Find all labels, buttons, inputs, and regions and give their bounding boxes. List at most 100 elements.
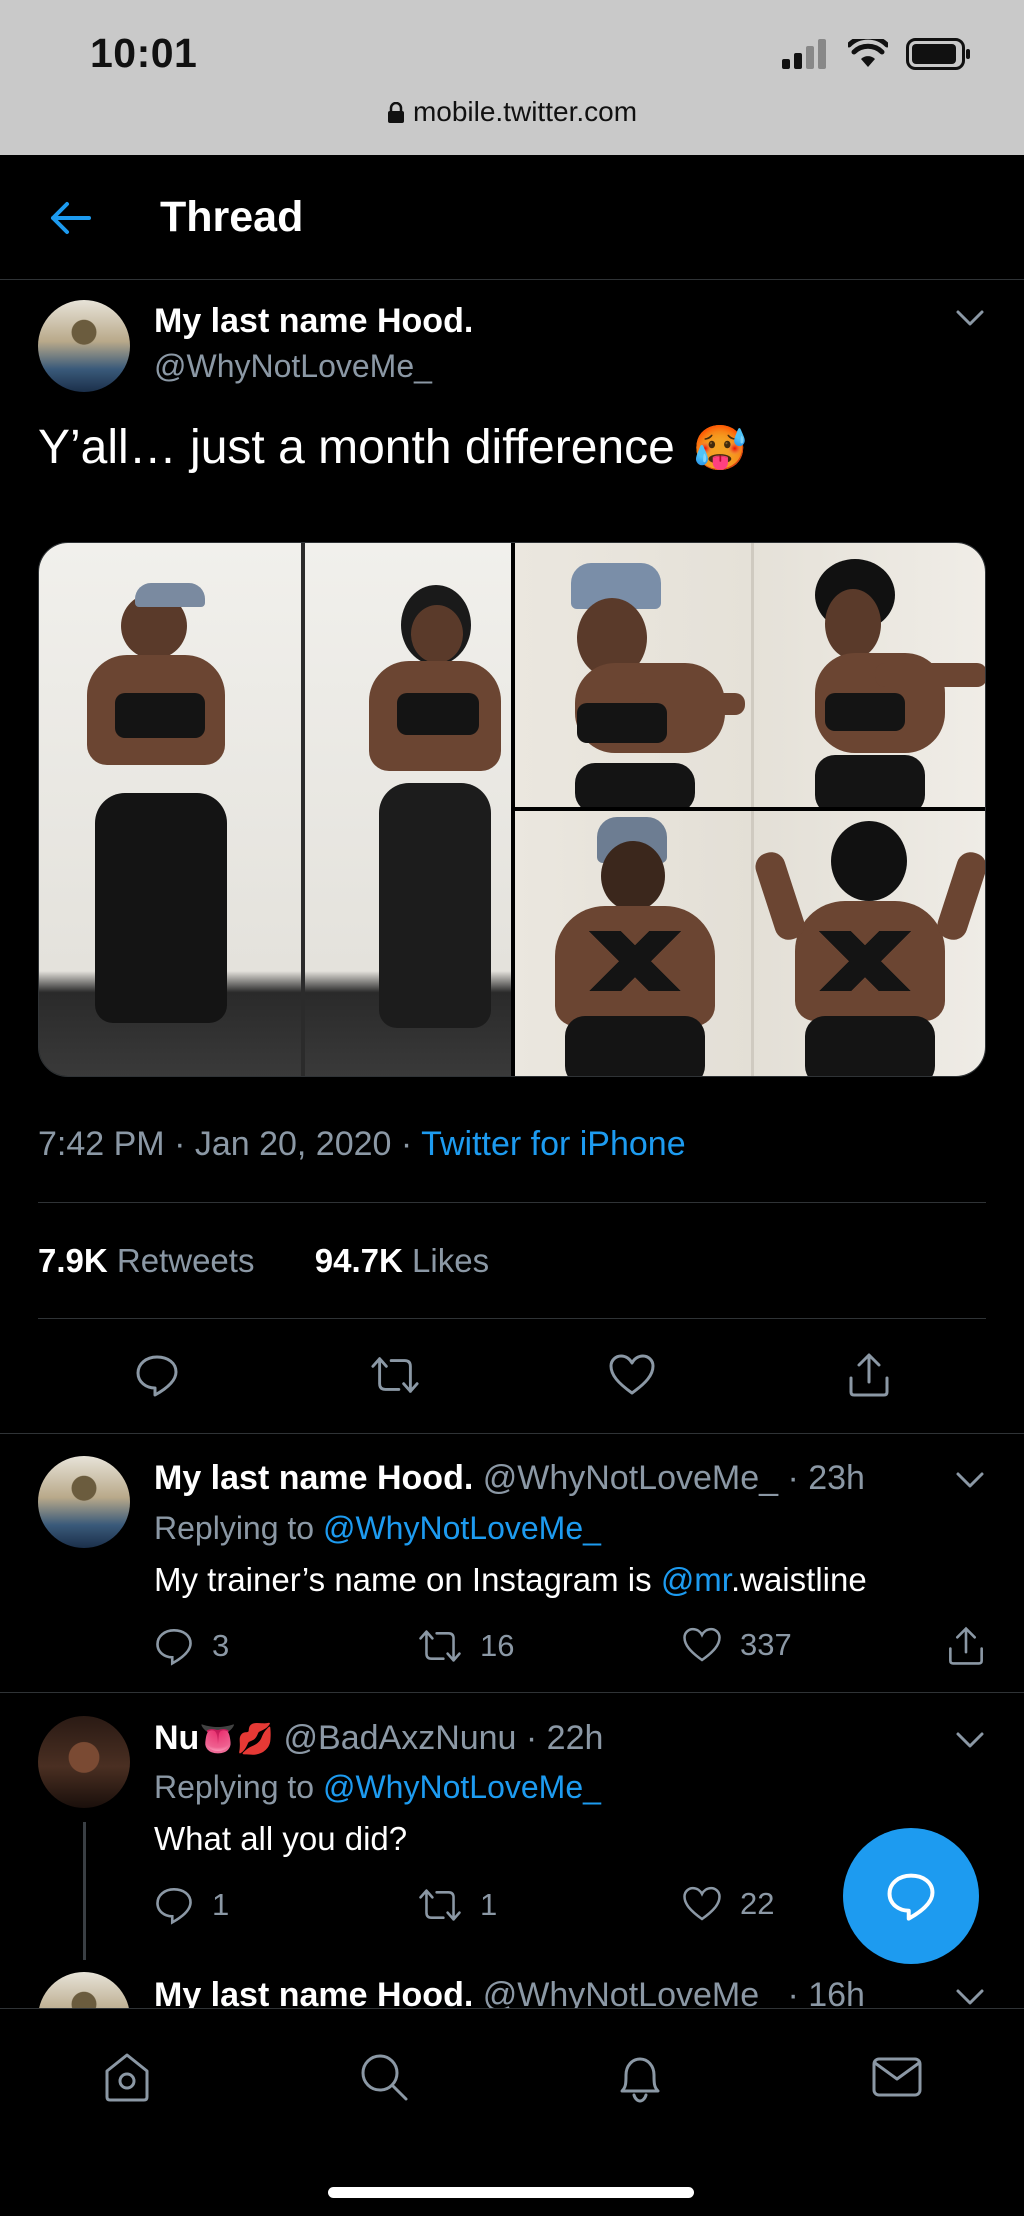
nav-messages[interactable] xyxy=(867,2047,927,2107)
mail-icon xyxy=(872,2057,922,2097)
search-icon xyxy=(361,2054,408,2101)
author-handle[interactable]: @WhyNotLoveMe_ xyxy=(154,348,432,385)
tweet-actions xyxy=(0,1350,1024,1400)
share-button[interactable] xyxy=(946,1626,986,1666)
nav-home[interactable] xyxy=(97,2047,157,2107)
url-bar[interactable]: mobile.twitter.com xyxy=(0,96,1024,128)
replying-to-handle[interactable]: @WhyNotLoveMe_ xyxy=(323,1510,601,1546)
divider xyxy=(38,1318,986,1319)
retweet-count: 1 xyxy=(480,1887,498,1922)
reply-author-meta[interactable]: @WhyNotLoveMe_ · 23h xyxy=(483,1459,865,1497)
lock-icon xyxy=(387,102,404,123)
bottom-navigation xyxy=(0,2008,1024,2216)
nav-notifications[interactable] xyxy=(610,2047,670,2107)
reply-text-after: .waistline xyxy=(730,1561,867,1598)
nav-search[interactable] xyxy=(354,2047,414,2107)
retweet-button[interactable]: 1 xyxy=(418,1885,497,1925)
like-count: 337 xyxy=(740,1627,792,1662)
retweets-stat[interactable]: 7.9K Retweets xyxy=(38,1242,254,1279)
reply-author-meta[interactable]: @BadAxzNunu · 22h xyxy=(284,1719,604,1757)
page-title: Thread xyxy=(160,193,304,241)
status-icons xyxy=(782,38,972,70)
share-icon xyxy=(849,1353,889,1397)
media-photo-2[interactable] xyxy=(515,543,985,807)
hot-face-emoji: 🥵 xyxy=(692,423,748,473)
reply-header: My last name Hood. @WhyNotLoveMe_ · 23h xyxy=(154,1459,865,1498)
tweet-stats: 7.9K Retweets 94.7K Likes xyxy=(38,1242,489,1280)
cellular-signal-icon xyxy=(782,39,826,69)
reply-icon xyxy=(156,1629,192,1666)
reply-count: 3 xyxy=(212,1628,230,1663)
retweets-count: 7.9K xyxy=(38,1242,108,1279)
chevron-down-icon[interactable] xyxy=(950,1724,990,1754)
like-button[interactable]: 22 xyxy=(682,1885,774,1923)
chevron-down-icon[interactable] xyxy=(950,1464,990,1494)
reply-text-before: My trainer’s name on Instagram is xyxy=(154,1561,661,1598)
like-button[interactable]: 337 xyxy=(682,1626,792,1664)
like-button[interactable] xyxy=(607,1350,657,1400)
replying-to-prefix: Replying to xyxy=(154,1510,323,1546)
compose-reply-button[interactable] xyxy=(843,1828,979,1964)
back-button[interactable] xyxy=(40,193,100,243)
reply-icon xyxy=(156,1888,192,1925)
replying-to: Replying to @WhyNotLoveMe_ xyxy=(154,1769,601,1806)
mention-link[interactable]: @mr xyxy=(661,1561,731,1598)
heart-icon xyxy=(683,1886,721,1921)
tweet-text: Y’all… just a month difference 🥵 xyxy=(38,420,748,475)
heart-icon xyxy=(683,1627,721,1662)
replying-to: Replying to @WhyNotLoveMe_ xyxy=(154,1510,601,1547)
reply-header: Nu👅💋 @BadAxzNunu · 22h xyxy=(154,1719,603,1758)
divider xyxy=(0,1692,1024,1693)
reply-author-name[interactable]: Nu xyxy=(154,1719,199,1757)
url-text: mobile.twitter.com xyxy=(412,96,638,127)
tweet-time: 7:42 PM · Jan 20, 2020 · xyxy=(38,1125,422,1163)
home-icon xyxy=(105,2053,149,2102)
avatar[interactable] xyxy=(38,300,130,392)
replying-to-handle[interactable]: @WhyNotLoveMe_ xyxy=(323,1769,601,1805)
tweet-text-content: Y’all… just a month difference xyxy=(38,421,675,474)
bell-icon xyxy=(620,2057,660,2103)
thread-connector-line xyxy=(83,1822,86,1960)
reply-button[interactable]: 3 xyxy=(154,1626,229,1666)
media-photo-1[interactable] xyxy=(39,543,511,1076)
author-name[interactable]: My last name Hood. xyxy=(154,302,473,341)
retweet-icon xyxy=(419,1889,461,1921)
share-button[interactable] xyxy=(844,1350,894,1400)
retweet-count: 16 xyxy=(480,1628,515,1663)
tweet-timestamp: 7:42 PM · Jan 20, 2020 · Twitter for iPh… xyxy=(38,1125,686,1164)
avatar[interactable] xyxy=(38,1716,130,1808)
thread-header: Thread xyxy=(0,155,1024,280)
share-icon xyxy=(949,1626,983,1665)
reply-button[interactable] xyxy=(132,1350,182,1400)
browser-status-bar: 10:01 mobile.twitter.com xyxy=(0,0,1024,155)
media-photo-3[interactable] xyxy=(515,811,985,1076)
reply-author-name[interactable]: My last name Hood. xyxy=(154,1459,473,1497)
retweet-button[interactable]: 16 xyxy=(418,1626,514,1666)
likes-label: Likes xyxy=(412,1242,490,1279)
avatar[interactable] xyxy=(38,1456,130,1548)
tweet-source-link[interactable]: Twitter for iPhone xyxy=(421,1125,686,1163)
home-indicator[interactable] xyxy=(328,2187,694,2198)
reply-text: My trainer’s name on Instagram is @mr.wa… xyxy=(154,1561,867,1599)
reply-text: What all you did? xyxy=(154,1820,408,1857)
replying-to-prefix: Replying to xyxy=(154,1769,323,1805)
name-emojis: 👅💋 xyxy=(199,1723,275,1756)
likes-stat[interactable]: 94.7K Likes xyxy=(315,1242,489,1279)
tweet-media-grid[interactable] xyxy=(38,542,986,1077)
back-arrow-icon xyxy=(51,202,91,234)
compose-reply-icon xyxy=(887,1873,935,1921)
likes-count: 94.7K xyxy=(314,1242,403,1279)
retweet-icon xyxy=(371,1357,419,1393)
battery-icon xyxy=(906,38,970,70)
chevron-down-icon[interactable] xyxy=(950,1981,990,2011)
status-time: 10:01 xyxy=(90,30,198,76)
divider xyxy=(38,1202,986,1203)
reply-icon xyxy=(136,1355,178,1397)
retweet-icon xyxy=(419,1630,461,1662)
reply-count: 1 xyxy=(212,1887,230,1922)
heart-icon xyxy=(609,1354,655,1395)
reply-button[interactable]: 1 xyxy=(154,1885,229,1925)
divider xyxy=(0,1433,1024,1434)
chevron-down-icon[interactable] xyxy=(950,302,990,332)
retweet-button[interactable] xyxy=(370,1350,420,1400)
